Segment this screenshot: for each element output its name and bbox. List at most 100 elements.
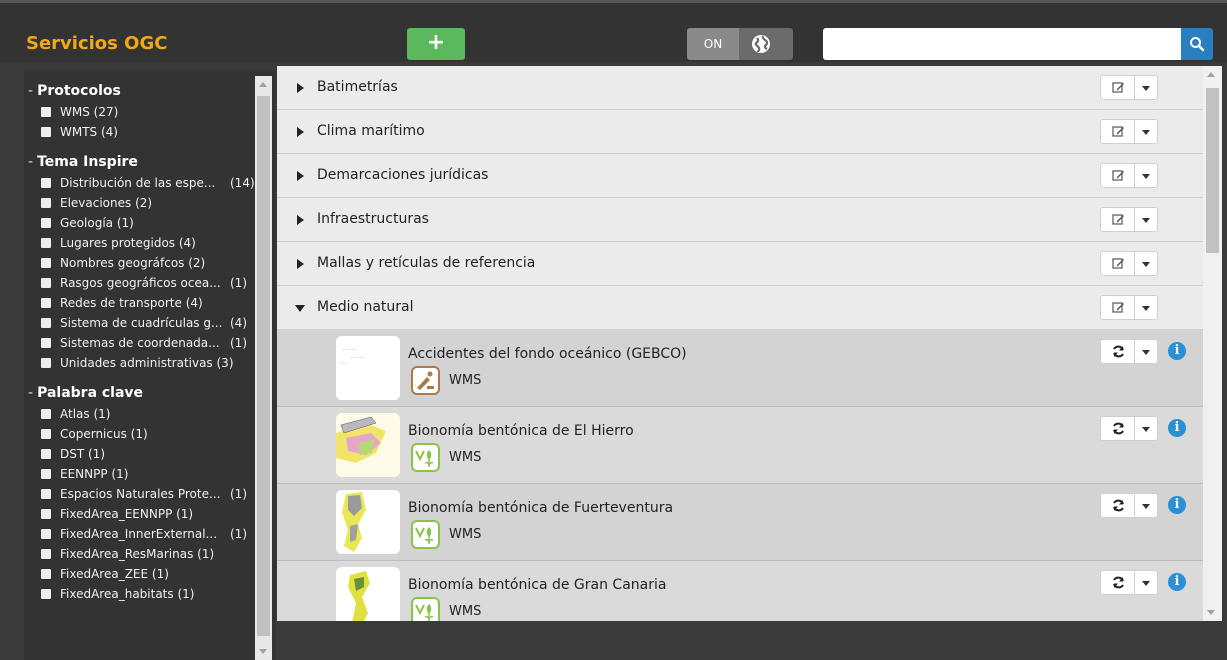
category-dropdown-button[interactable]	[1135, 164, 1157, 187]
service-title[interactable]: Bionomía bentónica de Gran Canaria	[408, 577, 666, 593]
checkbox[interactable]	[41, 278, 51, 288]
scroll-up-arrow-icon[interactable]	[259, 82, 267, 87]
category-dropdown-button[interactable]	[1135, 252, 1157, 275]
sidebar-scroll-thumb[interactable]	[257, 96, 270, 636]
category-dropdown-button[interactable]	[1135, 120, 1157, 143]
filter-checkbox-item[interactable]: FixedArea_InnerExternal... (1)	[24, 524, 254, 544]
checkbox[interactable]	[41, 178, 51, 188]
checkbox[interactable]	[41, 409, 51, 419]
refresh-button[interactable]	[1101, 417, 1135, 440]
category-row[interactable]: Demarcaciones jurídicas	[277, 154, 1203, 198]
service-title[interactable]: Bionomía bentónica de El Hierro	[408, 423, 634, 439]
checkbox[interactable]	[41, 509, 51, 519]
checkbox[interactable]	[41, 449, 51, 459]
checkbox[interactable]	[41, 238, 51, 248]
service-thumbnail[interactable]	[336, 567, 400, 621]
scroll-down-arrow-icon[interactable]	[1207, 610, 1215, 615]
checkbox[interactable]	[41, 258, 51, 268]
filter-group-title[interactable]: - Protocolos	[24, 80, 254, 102]
info-icon[interactable]: i	[1168, 419, 1186, 437]
refresh-button[interactable]	[1101, 340, 1135, 363]
category-row[interactable]: Clima marítimo	[277, 110, 1203, 154]
refresh-button[interactable]	[1101, 494, 1135, 517]
filter-checkbox-item[interactable]: FixedArea_ResMarinas (1)	[24, 544, 254, 564]
filter-checkbox-item[interactable]: FixedArea_EENNPP (1)	[24, 504, 254, 524]
category-row[interactable]: Infraestructuras	[277, 198, 1203, 242]
checkbox[interactable]	[41, 127, 51, 137]
filter-checkbox-item[interactable]: Distribución de las espe... (14)	[24, 173, 255, 193]
service-dropdown-button[interactable]	[1135, 571, 1157, 594]
sidebar-scrollbar[interactable]	[255, 76, 272, 660]
service-row[interactable]: Bionomía bentónica de Gran Canaria WMS i	[277, 561, 1203, 621]
collapse-dash-icon[interactable]: -	[28, 83, 33, 99]
main-scroll-thumb[interactable]	[1206, 88, 1219, 253]
category-row[interactable]: Batimetrías	[277, 66, 1203, 110]
filter-checkbox-item[interactable]: Sistema de cuadrículas g... (4)	[24, 313, 254, 333]
refresh-button[interactable]	[1101, 571, 1135, 594]
service-thumbnail[interactable]	[336, 490, 400, 554]
service-row[interactable]: ~~~ ~~ ~~ ~~~ ~~ ~ Accidentes del fondo oce…	[277, 330, 1203, 407]
filter-checkbox-item[interactable]: Redes de transporte (4)	[24, 293, 254, 313]
checkbox[interactable]	[41, 338, 51, 348]
checkbox[interactable]	[41, 218, 51, 228]
checkbox[interactable]	[41, 469, 51, 479]
filter-checkbox-item[interactable]: Unidades administrativas (3)	[24, 353, 254, 373]
category-dropdown-button[interactable]	[1135, 76, 1157, 99]
checkbox[interactable]	[41, 489, 51, 499]
edit-button[interactable]	[1101, 164, 1135, 187]
checkbox[interactable]	[41, 198, 51, 208]
filter-checkbox-item[interactable]: Nombres geográfcos (2)	[24, 253, 254, 273]
main-scrollbar[interactable]	[1203, 66, 1222, 621]
edit-button[interactable]	[1101, 120, 1135, 143]
filter-checkbox-item[interactable]: Atlas (1)	[24, 404, 254, 424]
service-dropdown-button[interactable]	[1135, 340, 1157, 363]
service-dropdown-button[interactable]	[1135, 417, 1157, 440]
edit-button[interactable]	[1101, 252, 1135, 275]
checkbox[interactable]	[41, 529, 51, 539]
checkbox[interactable]	[41, 429, 51, 439]
caret-right-icon[interactable]	[297, 259, 304, 269]
checkbox[interactable]	[41, 107, 51, 117]
filter-checkbox-item[interactable]: Geología (1)	[24, 213, 254, 233]
caret-right-icon[interactable]	[297, 83, 304, 93]
scroll-up-arrow-icon[interactable]	[1207, 72, 1215, 77]
edit-button[interactable]	[1101, 296, 1135, 319]
category-row[interactable]: Medio natural	[277, 286, 1203, 330]
caret-right-icon[interactable]	[297, 127, 304, 137]
filter-checkbox-item[interactable]: Lugares protegidos (4)	[24, 233, 254, 253]
filter-checkbox-item[interactable]: FixedArea_ZEE (1)	[24, 564, 254, 584]
caret-down-icon[interactable]	[295, 305, 305, 312]
scroll-down-arrow-icon[interactable]	[259, 649, 267, 654]
caret-right-icon[interactable]	[297, 171, 304, 181]
caret-right-icon[interactable]	[297, 215, 304, 225]
info-icon[interactable]: i	[1168, 342, 1186, 360]
filter-checkbox-item[interactable]: WMS (27)	[24, 102, 254, 122]
filter-checkbox-item[interactable]: DST (1)	[24, 444, 254, 464]
category-dropdown-button[interactable]	[1135, 296, 1157, 319]
filter-checkbox-item[interactable]: Copernicus (1)	[24, 424, 254, 444]
service-thumbnail[interactable]: ~~~ ~~ ~~ ~~~ ~~ ~	[336, 336, 400, 400]
filter-checkbox-item[interactable]: Elevaciones (2)	[24, 193, 254, 213]
info-icon[interactable]: i	[1168, 573, 1186, 591]
add-service-button[interactable]: +	[407, 28, 465, 60]
search-input[interactable]	[823, 28, 1181, 60]
search-button[interactable]	[1181, 28, 1213, 60]
filter-checkbox-item[interactable]: EENNPP (1)	[24, 464, 254, 484]
info-icon[interactable]: i	[1168, 496, 1186, 514]
edit-button[interactable]	[1101, 208, 1135, 231]
filter-group-title[interactable]: - Palabra clave	[24, 382, 254, 404]
edit-button[interactable]	[1101, 76, 1135, 99]
checkbox[interactable]	[41, 358, 51, 368]
collapse-dash-icon[interactable]: -	[28, 154, 33, 170]
checkbox[interactable]	[41, 589, 51, 599]
collapse-dash-icon[interactable]: -	[28, 385, 33, 401]
service-dropdown-button[interactable]	[1135, 494, 1157, 517]
checkbox[interactable]	[41, 298, 51, 308]
service-thumbnail[interactable]	[336, 413, 400, 477]
checkbox[interactable]	[41, 318, 51, 328]
service-title[interactable]: Bionomía bentónica de Fuerteventura	[408, 500, 673, 516]
service-row[interactable]: Bionomía bentónica de El Hierro WMS i	[277, 407, 1203, 484]
filter-checkbox-item[interactable]: Rasgos geográficos ocea... (1)	[24, 273, 254, 293]
toggle-on-label[interactable]: ON	[687, 28, 739, 60]
globe-icon[interactable]	[751, 34, 771, 54]
